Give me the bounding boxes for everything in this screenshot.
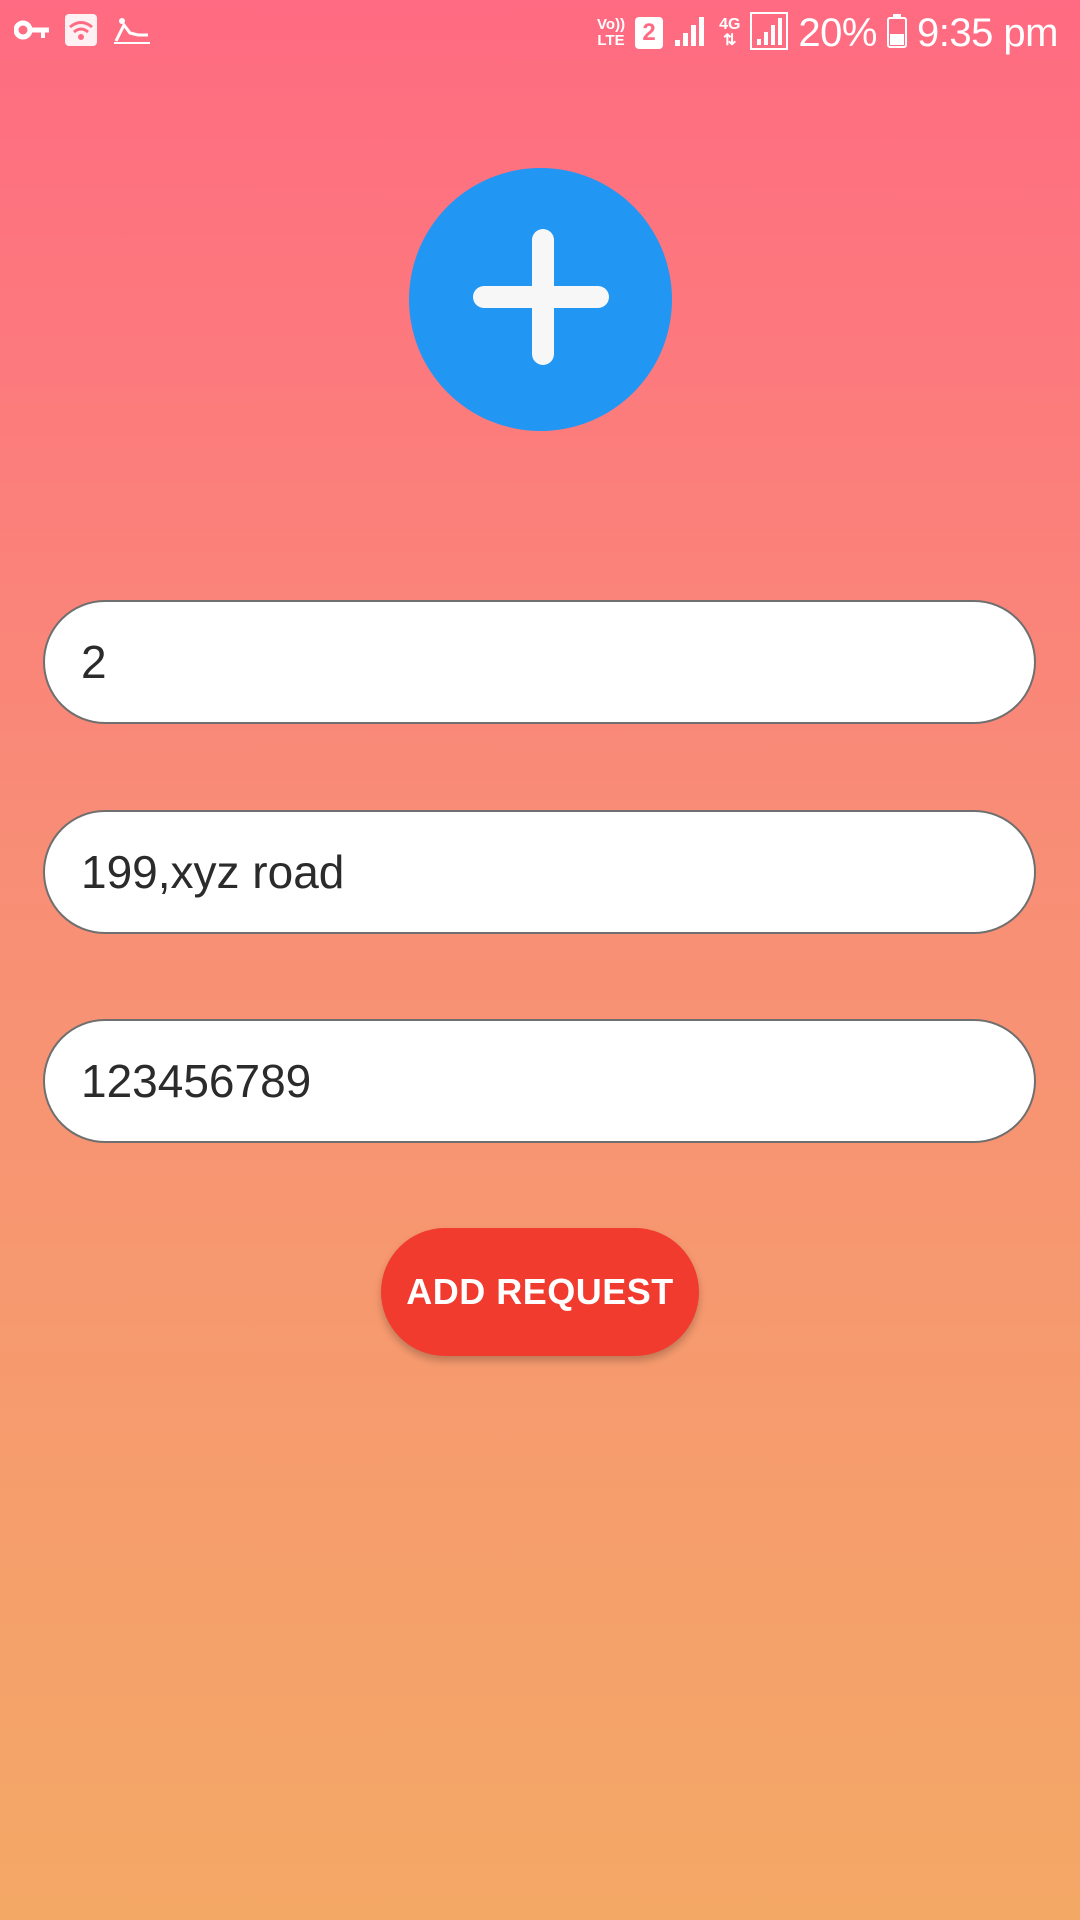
- request-field-1[interactable]: [43, 600, 1036, 724]
- sim-slot-badge: 2: [635, 17, 664, 49]
- volte-indicator: Vo)) LTE: [597, 16, 626, 49]
- plus-icon: [471, 227, 611, 372]
- signal-strength-icon: [673, 14, 709, 53]
- add-image-button[interactable]: [409, 168, 672, 431]
- clock: 9:35 pm: [916, 10, 1059, 55]
- status-right-icons: Vo)) LTE 2 4G ⇅ 20% 9:35 pm: [597, 8, 1058, 58]
- status-left-icons: [13, 12, 152, 52]
- address-field[interactable]: [43, 810, 1036, 934]
- network-type: 4G ⇅: [719, 16, 741, 49]
- add-request-button[interactable]: ADD REQUEST: [381, 1228, 699, 1356]
- wifi-hotspot-icon: [64, 13, 98, 52]
- status-bar: Vo)) LTE 2 4G ⇅ 20% 9:35 pm: [0, 0, 1080, 66]
- phone-field[interactable]: [43, 1019, 1036, 1143]
- key-icon: [13, 18, 50, 47]
- battery-icon: [886, 13, 907, 53]
- battery-percent: 20%: [798, 10, 877, 55]
- sleeping-icon: [112, 15, 152, 50]
- signal-strength-sim2-icon: [750, 11, 789, 55]
